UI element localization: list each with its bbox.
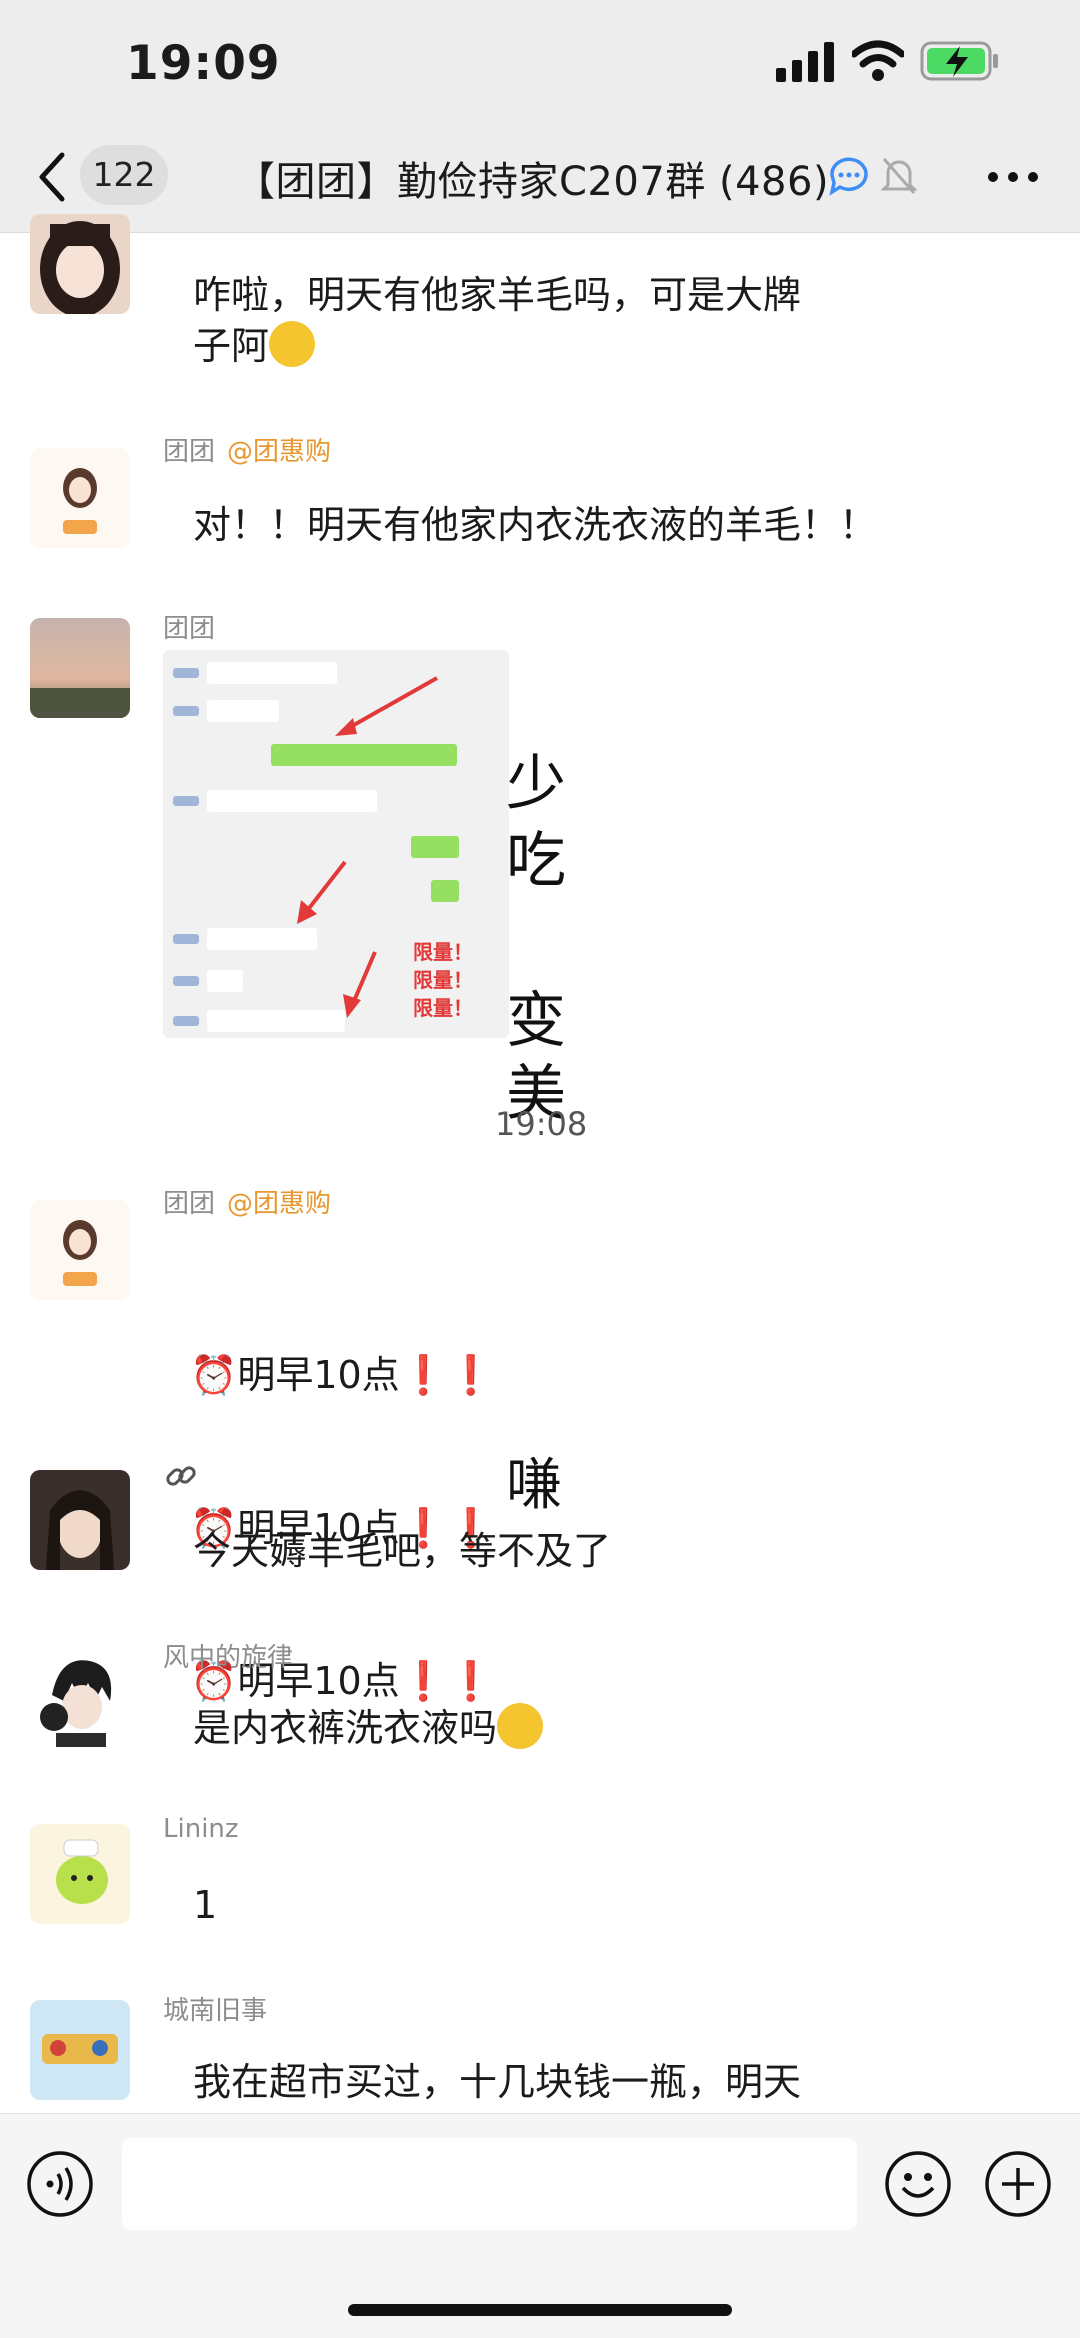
chat-bubble-icon[interactable] xyxy=(828,155,870,197)
image-timestamp: 19:08 xyxy=(495,1105,588,1143)
message-text: 1 xyxy=(193,1883,218,1927)
sender-name[interactable]: 风中的旋律 xyxy=(163,1637,293,1674)
wifi-icon xyxy=(852,40,904,81)
avatar[interactable] xyxy=(30,618,130,718)
exclamation-icon: ❗❗ xyxy=(399,1353,495,1397)
overlay-char: 少 xyxy=(506,749,566,819)
avatar[interactable] xyxy=(30,448,130,548)
avatar[interactable] xyxy=(30,1200,130,1300)
red-arrow-icon xyxy=(297,860,347,924)
limited-label: 限量！ xyxy=(413,968,473,992)
avatar[interactable] xyxy=(30,214,130,314)
chat-header: 122 【团团】勤俭持家C207群 (486) xyxy=(0,125,1080,233)
avatar[interactable] xyxy=(30,1470,130,1570)
sender-name[interactable]: 团团 @团惠购 xyxy=(163,1183,331,1220)
message-text: 我在超市买过，十几块钱一瓶，明天 xyxy=(193,2060,802,2104)
home-indicator xyxy=(348,2304,732,2316)
input-bar xyxy=(0,2113,1080,2338)
signal-icon xyxy=(776,42,834,82)
red-arrow-icon xyxy=(335,676,438,736)
chat-screenshot-image[interactable]: 限量！ 限量！ 限量！ xyxy=(163,650,509,1038)
more-icon[interactable] xyxy=(985,169,1041,185)
overlay-char: 吃 xyxy=(506,826,566,896)
link-icon xyxy=(166,1466,196,1486)
back-icon[interactable] xyxy=(36,151,66,203)
sender-name[interactable]: 城南旧事 xyxy=(163,1990,267,2027)
confused-emoji-icon xyxy=(497,1703,544,1749)
message-text: 是内衣裤洗衣液吗 xyxy=(193,1703,544,1754)
battery-charging-icon xyxy=(920,41,998,81)
mention[interactable]: @团惠购 xyxy=(227,1189,331,1219)
alarm-clock-icon: ⏰ xyxy=(190,1353,238,1397)
chat-title: 【团团】勤俭持家C207群 (486) xyxy=(235,159,830,205)
mention[interactable]: @团惠购 xyxy=(227,437,331,467)
limited-label: 限量！ xyxy=(413,996,473,1020)
voice-icon[interactable] xyxy=(26,2150,94,2218)
message-text: 咋啦，明天有他家羊毛吗，可是大牌 子阿 xyxy=(193,273,802,368)
sender-name[interactable]: 团团 xyxy=(163,608,215,645)
sender-name[interactable]: 团团 @团惠购 xyxy=(163,431,331,468)
avatar[interactable] xyxy=(30,1647,130,1747)
message-input[interactable] xyxy=(122,2138,857,2230)
avatar[interactable] xyxy=(30,2000,130,2100)
message-text: 对！！明天有他家内衣洗衣液的羊毛！！ xyxy=(193,503,878,547)
sender-name[interactable]: Lininz xyxy=(163,1814,239,1844)
limited-label: 限量！ xyxy=(413,940,473,964)
bell-muted-icon xyxy=(880,158,918,194)
avatar[interactable] xyxy=(30,1824,130,1924)
unread-count-badge[interactable]: 122 xyxy=(80,145,168,205)
exclamation-icon: ❗❗ xyxy=(399,1659,495,1703)
message-text: 今天薅羊毛吧，等不及了 xyxy=(193,1529,612,1573)
plus-icon[interactable] xyxy=(984,2150,1052,2218)
red-arrow-icon xyxy=(343,951,377,1018)
overlay-char: 嗛 xyxy=(506,1453,562,1518)
status-time: 19:09 xyxy=(126,36,281,91)
emoji-icon[interactable] xyxy=(884,2150,952,2218)
message-text: ⏰明早10点❗❗ ⏰明早10点❗❗ ⏰明早10点❗❗ xyxy=(190,1353,495,1703)
status-bar: 19:09 xyxy=(0,0,1080,125)
drooling-emoji-icon xyxy=(269,321,316,367)
